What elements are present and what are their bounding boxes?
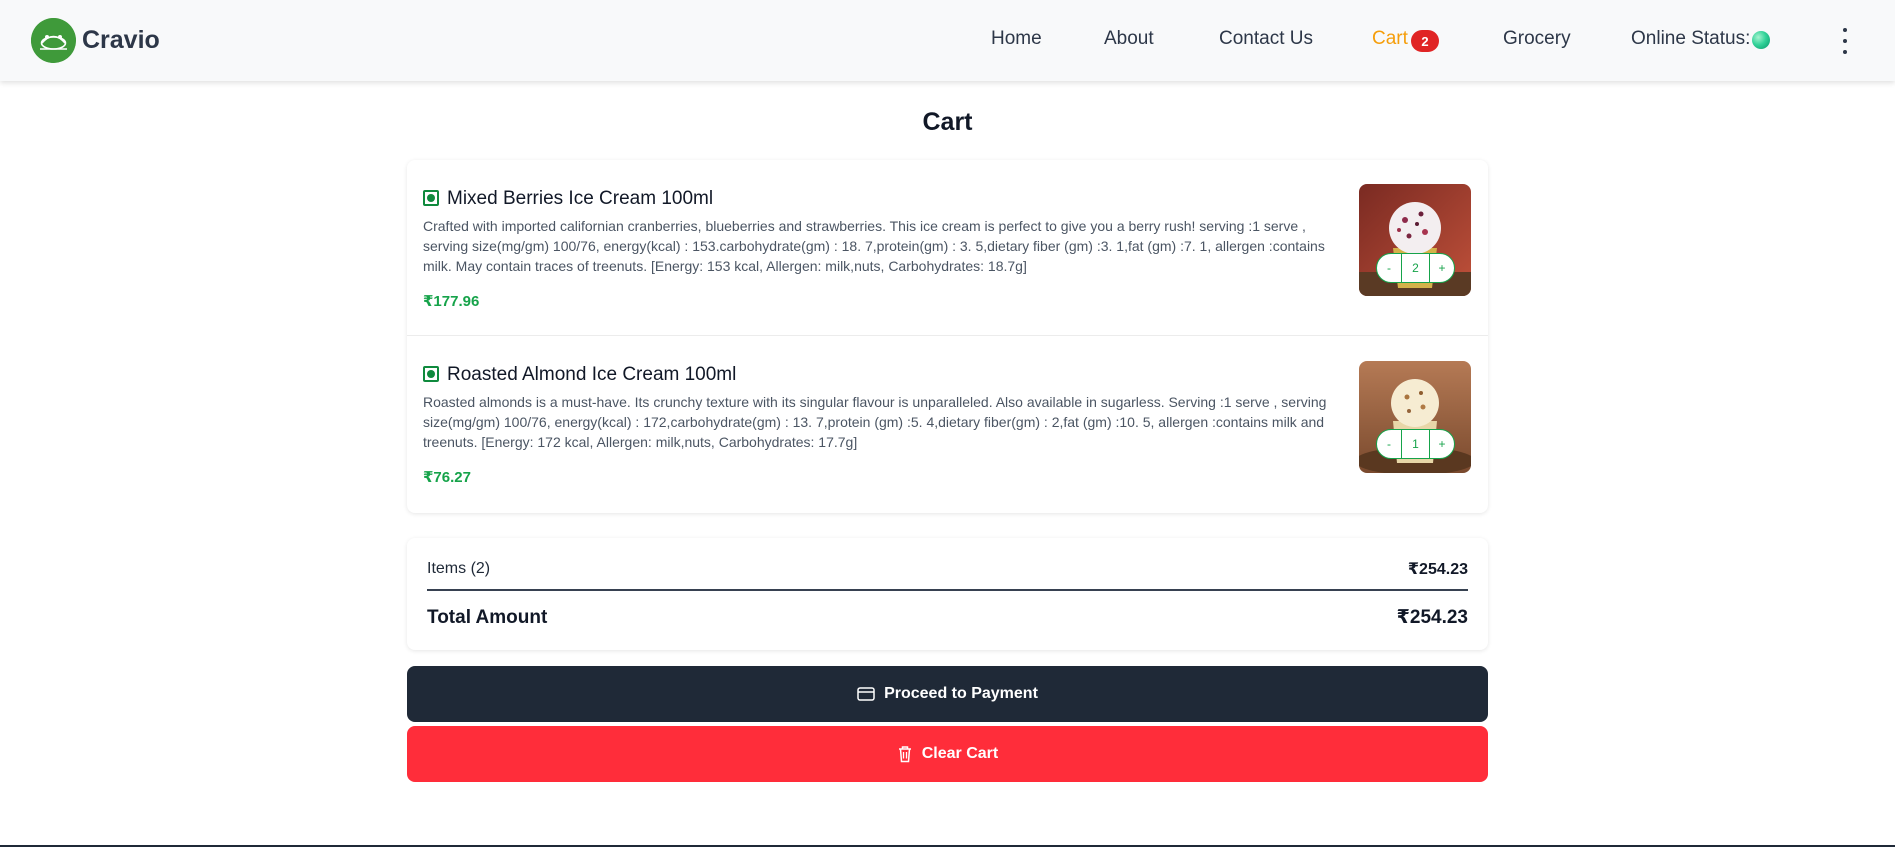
cart-items-card: Mixed Berries Ice Cream 100ml Crafted wi… <box>407 160 1488 513</box>
item-price: ₹177.96 <box>423 293 480 310</box>
online-status-label: Online Status: <box>1631 28 1751 49</box>
veg-indicator-icon <box>423 190 439 206</box>
total-amount-value: ₹254.23 <box>1396 607 1468 628</box>
quantity-value: 2 <box>1401 254 1430 282</box>
brand-name: Cravio <box>82 26 160 54</box>
nav-contact-us[interactable]: Contact Us <box>1219 28 1313 50</box>
brand-link[interactable]: Cravio <box>31 18 160 63</box>
clear-cart-button[interactable]: Clear Cart <box>407 726 1488 782</box>
nav-about[interactable]: About <box>1104 28 1154 50</box>
quantity-stepper: - 1 + <box>1376 429 1455 459</box>
increment-button[interactable]: + <box>1430 254 1454 282</box>
quantity-value: 1 <box>1401 430 1430 458</box>
page-title: Cart <box>922 108 973 136</box>
top-navbar: Cravio Home About Contact Us Cart 2 Groc… <box>0 0 1895 81</box>
decrement-button[interactable]: - <box>1377 430 1401 458</box>
online-status-indicator <box>1752 31 1770 49</box>
total-row: Total Amount ₹254.23 <box>427 606 1468 629</box>
nav-grocery[interactable]: Grocery <box>1503 28 1571 50</box>
summary-divider <box>427 589 1468 591</box>
order-summary-card: Items (2) ₹254.23 Total Amount ₹254.23 <box>407 538 1488 650</box>
cart-item: Mixed Berries Ice Cream 100ml Crafted wi… <box>407 160 1488 336</box>
trash-icon <box>898 746 911 763</box>
proceed-to-payment-label: Proceed to Payment <box>884 685 1038 702</box>
veg-indicator-icon <box>423 366 439 382</box>
item-price: ₹76.27 <box>423 469 471 486</box>
proceed-to-payment-button[interactable]: Proceed to Payment <box>407 666 1488 722</box>
nav-home[interactable]: Home <box>991 28 1042 50</box>
more-menu-icon[interactable] <box>1836 28 1854 54</box>
items-subtotal-row: Items (2) ₹254.23 <box>427 559 1468 579</box>
item-description: Crafted with imported californian cranbe… <box>423 218 1325 274</box>
item-description: Roasted almonds is a must-have. Its crun… <box>423 394 1327 450</box>
clear-cart-label: Clear Cart <box>921 745 999 762</box>
total-amount-label: Total Amount <box>427 606 548 628</box>
credit-card-icon <box>857 687 875 701</box>
items-amount: ₹254.23 <box>1407 561 1468 578</box>
nav-cart[interactable]: Cart <box>1372 28 1408 50</box>
item-name: Mixed Berries Ice Cream 100ml <box>447 188 714 209</box>
cart-count-badge: 2 <box>1411 30 1439 52</box>
cart-item: Roasted Almond Ice Cream 100ml Roasted a… <box>407 337 1488 513</box>
quantity-stepper: - 2 + <box>1376 253 1455 283</box>
cravio-logo <box>31 18 76 63</box>
decrement-button[interactable]: - <box>1377 254 1401 282</box>
item-name: Roasted Almond Ice Cream 100ml <box>447 364 737 385</box>
items-count-label: Items (2) <box>427 560 491 577</box>
increment-button[interactable]: + <box>1430 430 1454 458</box>
